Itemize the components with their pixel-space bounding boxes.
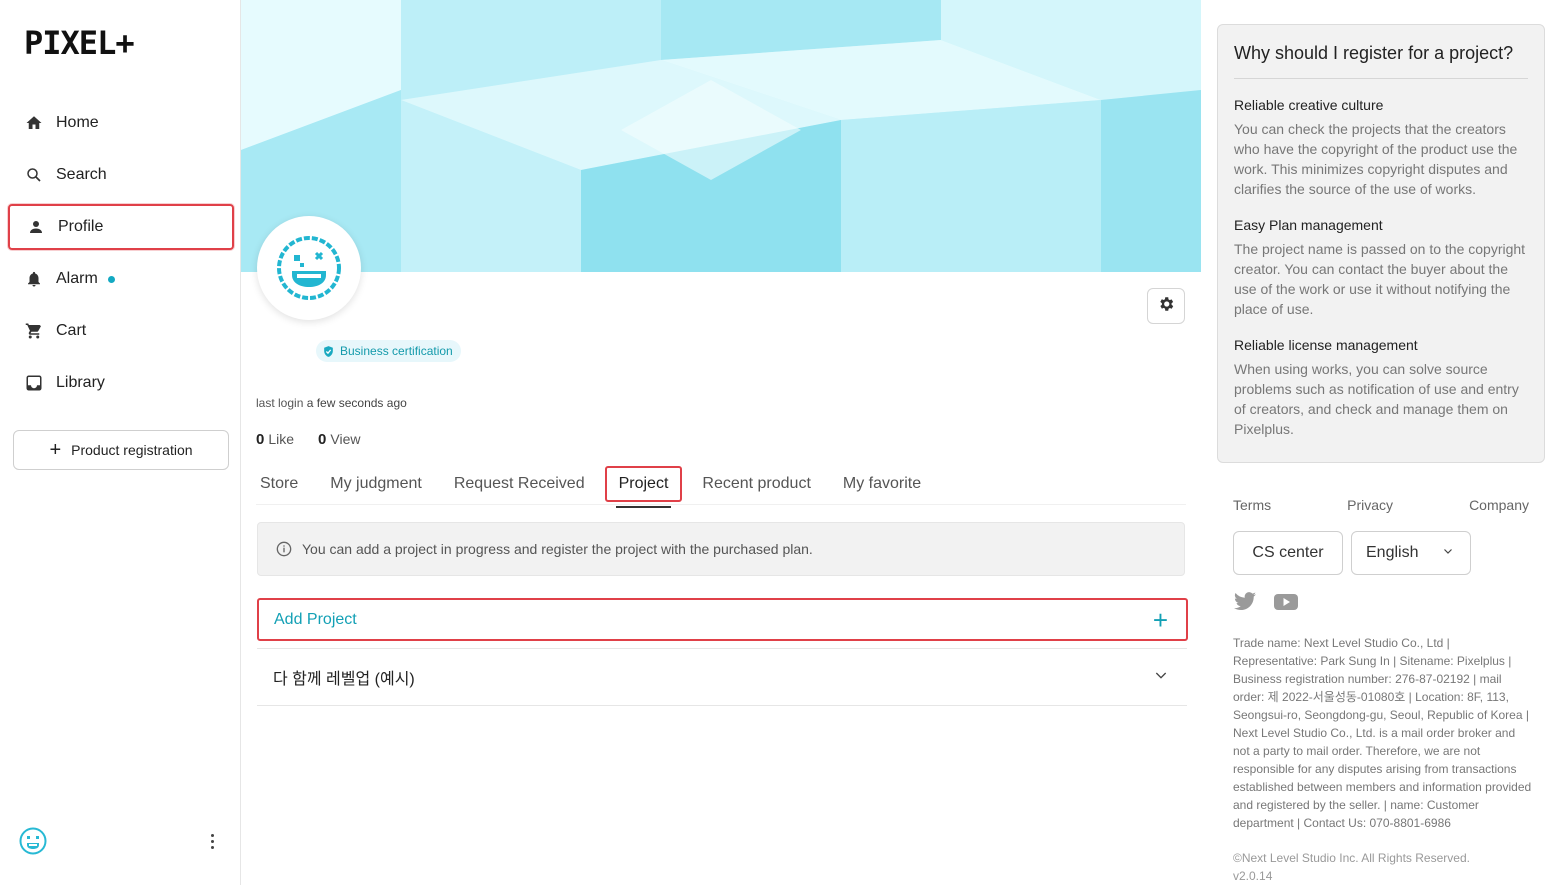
badge-label: Business certification: [340, 344, 453, 358]
profile-stats: 0 Like 0 View: [256, 431, 360, 448]
gear-icon: [1157, 295, 1175, 318]
why-section: Reliable creative culture You can check …: [1234, 97, 1528, 199]
sidebar-item-label: Search: [56, 166, 107, 183]
tab-project[interactable]: Project: [604, 465, 683, 508]
sidebar-item-profile[interactable]: Profile: [8, 204, 234, 250]
project-info-notice: You can add a project in progress and re…: [257, 522, 1185, 576]
view-stat: 0 View: [318, 431, 360, 448]
language-value: English: [1366, 544, 1419, 561]
last-login-value: a few seconds ago: [306, 396, 407, 410]
why-section-body: You can check the projects that the crea…: [1234, 121, 1518, 197]
home-icon: [24, 113, 44, 133]
cover-image: [241, 0, 1201, 272]
why-section-heading: Reliable creative culture: [1234, 97, 1384, 113]
logo-text: PIXEL+: [24, 24, 135, 62]
like-stat: 0 Like: [256, 431, 294, 448]
user-avatar-small[interactable]: [19, 827, 47, 855]
version-text: v2.0.14: [1233, 869, 1273, 883]
profile-avatar[interactable]: [257, 216, 361, 320]
why-section-heading: Easy Plan management: [1234, 217, 1383, 233]
social-links: [1233, 592, 1299, 612]
tab-recent-product[interactable]: Recent product: [698, 466, 815, 502]
notification-dot: [107, 275, 115, 283]
chevron-down-icon: [1442, 544, 1454, 562]
sidebar-item-label: Cart: [56, 322, 87, 339]
why-title: Why should I register for a project?: [1234, 43, 1528, 79]
why-section-body: The project name is passed on to the cop…: [1234, 241, 1526, 317]
tab-my-judgment[interactable]: My judgment: [326, 466, 426, 502]
add-project-label: Add Project: [274, 610, 357, 628]
plus-icon: +: [1152, 604, 1168, 635]
product-registration-button[interactable]: + Product registration: [13, 430, 229, 470]
person-icon: [26, 217, 46, 237]
twitter-icon[interactable]: [1233, 592, 1257, 612]
sidebar: PIXEL+ Home Search Profile Alarm Cart Li…: [0, 0, 241, 885]
sidebar-item-home[interactable]: Home: [8, 100, 234, 146]
project-title: 다 함께 레벨업 (예시): [273, 671, 415, 688]
cart-icon: [24, 321, 44, 341]
tab-my-favorite[interactable]: My favorite: [839, 466, 925, 502]
footer-links: Terms Privacy Company: [1233, 497, 1529, 513]
more-options-icon[interactable]: [204, 830, 220, 852]
search-icon: [24, 165, 44, 185]
sidebar-item-alarm[interactable]: Alarm: [8, 256, 234, 302]
sidebar-item-library[interactable]: Library: [8, 360, 234, 406]
info-text: You can add a project in progress and re…: [302, 541, 813, 557]
why-register-card: Why should I register for a project? Rel…: [1217, 24, 1545, 463]
info-icon: [276, 541, 292, 557]
plus-icon: +: [49, 439, 62, 461]
tab-request-received[interactable]: Request Received: [450, 466, 589, 502]
cs-center-button[interactable]: CS center: [1233, 531, 1343, 575]
business-certification-badge: Business certification: [316, 340, 461, 362]
why-section: Reliable license management When using w…: [1234, 337, 1528, 439]
sidebar-item-label: Library: [56, 374, 105, 391]
verified-shield-icon: [322, 345, 335, 358]
copyright-text: ©Next Level Studio Inc. All Rights Reser…: [1233, 851, 1470, 865]
product-registration-label: Product registration: [71, 442, 193, 458]
company-link[interactable]: Company: [1469, 497, 1529, 513]
view-count: 0: [318, 431, 327, 448]
bell-icon: [24, 269, 44, 289]
view-label: View: [330, 431, 361, 447]
why-section-body: When using works, you can solve source p…: [1234, 361, 1519, 437]
like-label: Like: [268, 431, 295, 447]
main-content: Business certification last login a few …: [241, 0, 1201, 885]
like-count: 0: [256, 431, 265, 448]
sidebar-item-label: Alarm: [56, 270, 98, 287]
project-list-item[interactable]: 다 함께 레벨업 (예시): [257, 648, 1187, 706]
chevron-down-icon[interactable]: [1153, 667, 1169, 688]
company-info: Trade name: Next Level Studio Co., Ltd |…: [1233, 636, 1532, 830]
last-login-label: last login: [256, 396, 304, 410]
sidebar-item-label: Home: [56, 114, 99, 131]
youtube-icon[interactable]: [1273, 592, 1299, 612]
settings-button[interactable]: [1147, 288, 1185, 324]
sidebar-item-cart[interactable]: Cart: [8, 308, 234, 354]
why-section: Easy Plan management The project name is…: [1234, 217, 1528, 319]
terms-link[interactable]: Terms: [1233, 497, 1271, 513]
tab-store[interactable]: Store: [256, 466, 302, 502]
privacy-link[interactable]: Privacy: [1347, 497, 1393, 513]
why-section-heading: Reliable license management: [1234, 337, 1418, 353]
sidebar-item-search[interactable]: Search: [8, 152, 234, 198]
profile-tabs: Store My judgment Request Received Proje…: [256, 463, 1186, 508]
sidebar-nav: Home Search Profile Alarm Cart Library: [8, 100, 234, 412]
language-select[interactable]: English: [1351, 531, 1471, 575]
copyright: ©Next Level Studio Inc. All Rights Reser…: [1233, 849, 1470, 885]
library-icon: [24, 373, 44, 393]
last-login: last login a few seconds ago: [256, 396, 407, 410]
add-project-button[interactable]: Add Project +: [257, 598, 1188, 641]
logo[interactable]: PIXEL+: [24, 24, 135, 62]
sidebar-item-label: Profile: [58, 218, 104, 235]
